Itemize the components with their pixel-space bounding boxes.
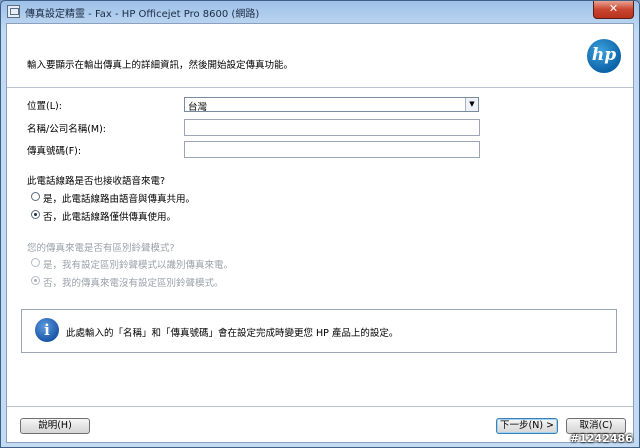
fax-app-icon [7, 5, 20, 18]
instruction-text: 輸入要顯示在輸出傳真上的詳細資訊，然後開始設定傳真功能。 [27, 60, 294, 71]
watermark: #1242486 [570, 432, 633, 445]
radio-voice-shared[interactable] [31, 192, 40, 201]
chevron-down-icon[interactable]: ▼ [465, 98, 478, 111]
ring-question-label: 您的傳真來電是否有區別鈴聲模式? [27, 243, 175, 254]
fax-number-field[interactable] [184, 141, 480, 158]
fax-setup-wizard-window: 傳真設定精靈 - Fax - HP Officejet Pro 8600 (網路… [0, 0, 640, 448]
hp-logo: hp [587, 39, 621, 73]
radio-fax-only[interactable] [31, 210, 40, 219]
next-button[interactable]: 下一步(N) > [496, 418, 558, 434]
title-bar[interactable]: 傳真設定精靈 - Fax - HP Officejet Pro 8600 (網路… [1, 1, 639, 23]
location-label: 位置(L): [27, 101, 62, 112]
radio-ring-yes [31, 258, 40, 267]
radio-ring-no [31, 276, 40, 285]
help-button[interactable]: 說明(H) [20, 418, 90, 434]
info-panel: i 此處輸入的「名稱」和「傳真號碼」會在設定完成時變更您 HP 產品上的設定。 [21, 309, 617, 353]
footer-divider [7, 406, 633, 407]
close-button[interactable]: ✕ [593, 1, 634, 19]
wizard-content: 輸入要顯示在輸出傳真上的詳細資訊，然後開始設定傳真功能。 hp 位置(L): 台… [6, 23, 634, 443]
fax-number-label: 傳真號碼(F): [27, 146, 82, 157]
info-icon: i [35, 318, 59, 342]
info-text: 此處輸入的「名稱」和「傳真號碼」會在設定完成時變更您 HP 產品上的設定。 [66, 328, 399, 339]
radio-ring-yes-label: 是，我有設定區別鈴聲模式以識別傳真來電。 [43, 260, 234, 271]
radio-fax-only-label[interactable]: 否，此電話線路僅供傳真使用。 [43, 209, 176, 223]
company-name-field[interactable] [184, 119, 480, 136]
radio-ring-no-label: 否，我的傳真來電沒有設定區別鈴聲模式。 [43, 278, 224, 289]
header-divider [7, 87, 633, 88]
radio-voice-shared-label[interactable]: 是，此電話線路由語音與傳真共用。 [43, 191, 195, 205]
location-select-value: 台灣 [188, 102, 208, 113]
voice-question-label: 此電話線路是否也接收語音來電? [27, 176, 166, 187]
location-select[interactable]: 台灣 ▼ [184, 97, 479, 113]
window-title: 傳真設定精靈 - Fax - HP Officejet Pro 8600 (網路… [25, 9, 260, 20]
company-name-label: 名稱/公司名稱(M): [27, 124, 107, 135]
